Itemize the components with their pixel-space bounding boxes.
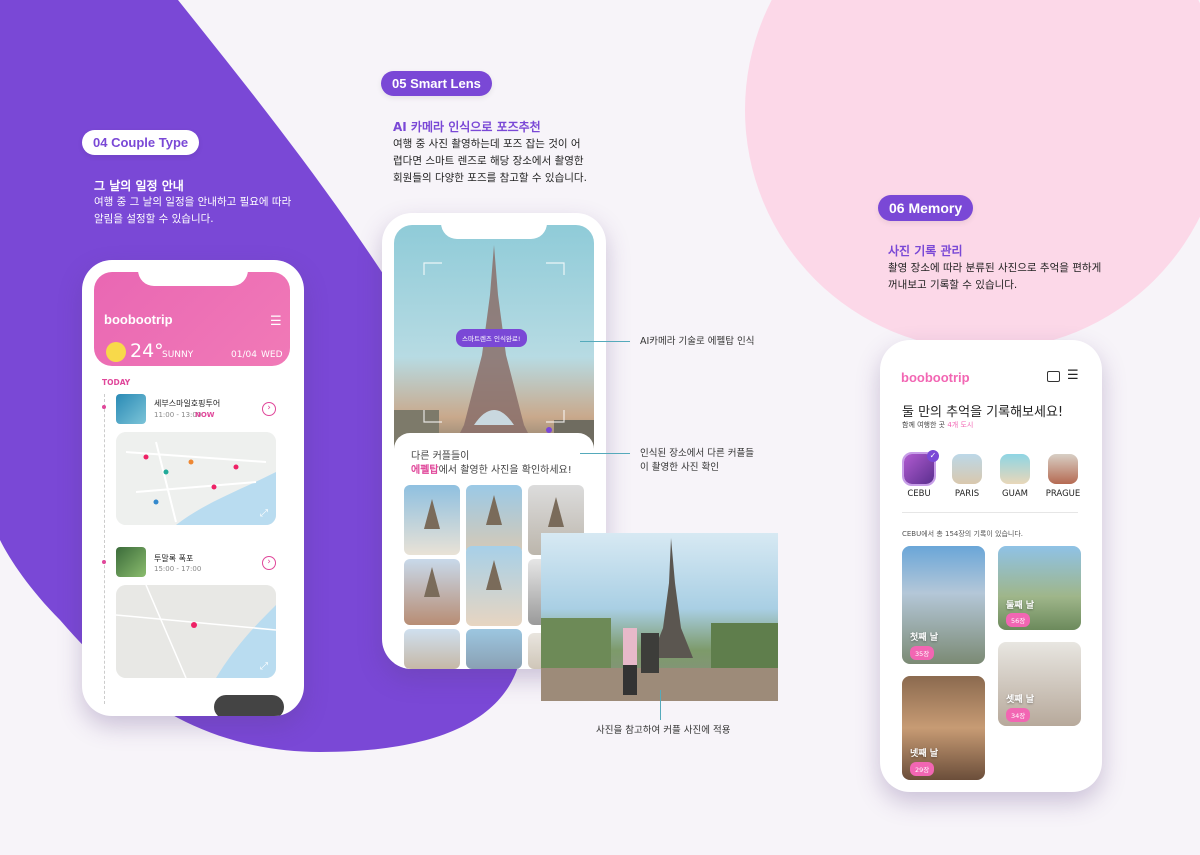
temperature: 24°	[130, 340, 164, 362]
city-name: CEBU	[907, 489, 931, 499]
brand-logo: boobootrip	[901, 370, 970, 385]
couple-photo-image	[541, 538, 778, 701]
couple-photo[interactable]	[404, 485, 460, 555]
city-thumbnail	[1048, 454, 1078, 484]
panel-line2-rest: 에서 촬영한 사진을 확인하세요!	[438, 465, 572, 476]
photo-count-badge: 35장	[910, 646, 935, 660]
phone-notch	[935, 340, 1047, 366]
divider	[902, 512, 1078, 513]
map-view[interactable]: ⤢	[116, 432, 276, 525]
section-desc-couple-type: 여행 중 그 날의 일정을 안내하고 필요에 따라 알림을 설정할 수 있습니다…	[94, 196, 292, 225]
now-badge: NOW	[195, 411, 215, 419]
expand-icon[interactable]: ⤢	[260, 661, 268, 672]
visited-count: 4개 도시	[947, 421, 974, 429]
phone-memory: boobootrip ☰ 둘 만의 추억을 기록해보세요! 함께 여행한 곳 4…	[880, 340, 1102, 792]
memory-label: 첫째 날	[910, 633, 938, 643]
section-title-memory: 사진 기록 관리	[888, 244, 963, 258]
city-name: GUAM	[1002, 489, 1028, 499]
annotation-line	[580, 341, 630, 342]
memory-label: 둘째 날	[1006, 601, 1034, 611]
weekday-text: WED	[261, 350, 283, 360]
section-title-smart-lens: AI 카메라 인식으로 포즈추천	[393, 120, 541, 134]
photo-count-badge: 34장	[1006, 708, 1031, 722]
date-text: 01/04	[231, 350, 257, 360]
photo-count-badge: 29장	[910, 762, 935, 776]
weather-text: SUNNY	[162, 350, 194, 360]
section-desc-smart-lens: 여행 중 사진 촬영하는데 포즈 잡는 것이 어 렵다면 스마트 렌즈로 해당 …	[393, 138, 587, 184]
record-info: CEBU에서 총 154장의 기록이 있습니다.	[902, 530, 1024, 538]
event-title: 세부스마일호핑투어	[154, 399, 221, 408]
floating-button[interactable]	[214, 695, 284, 716]
memory-card-day1[interactable]: 첫째 날 35장	[902, 546, 985, 664]
chevron-right-icon[interactable]: ›	[262, 556, 276, 570]
visited-cities: 함께 여행한 곳 4개 도시	[902, 420, 973, 430]
section-pill-couple-type: 04 Couple Type	[82, 130, 200, 155]
expand-icon[interactable]: ⤢	[260, 508, 268, 519]
memory-headline: 둘 만의 추억을 기록해보세요!	[902, 405, 1064, 420]
map-graphic	[116, 432, 276, 525]
timeline-line	[104, 394, 106, 704]
place-highlight: 에펠탑	[411, 465, 439, 476]
section-pill-memory: 06 Memory	[878, 195, 974, 221]
couple-photo[interactable]	[404, 629, 460, 669]
map-graphic	[116, 585, 276, 678]
couple-photo[interactable]	[466, 629, 522, 669]
panel-line2: 에펠탑에서 촬영한 사진을 확인하세요!	[411, 461, 572, 476]
map-view[interactable]: ⤢	[116, 585, 276, 678]
event-time: 15:00 - 17:00	[154, 565, 202, 573]
menu-icon[interactable]: ☰	[270, 314, 282, 329]
photo-count-badge: 56장	[1006, 613, 1031, 627]
couple-photo[interactable]	[466, 485, 522, 555]
memory-label: 넷째 날	[910, 749, 938, 759]
city-name: PARIS	[954, 489, 980, 499]
visited-prefix: 함께 여행한 곳	[902, 421, 946, 429]
timeline-dot	[102, 405, 106, 409]
city-thumbnail	[952, 454, 982, 484]
brand-logo: boobootrip	[104, 312, 173, 327]
phone-schedule: boobootrip ☰ 24° SUNNY 01/04 WED TODAY 세…	[82, 260, 304, 716]
annotation-others-photos: 인식된 장소에서 다른 커플들 이 촬영한 사진 확인	[640, 448, 754, 473]
section-desc-memory: 촬영 장소에 따라 분류된 사진으로 추억을 편하게 꺼내보고 기록할 수 있습…	[888, 262, 1102, 291]
couple-photo[interactable]	[466, 546, 522, 626]
section-pill-smart-lens: 05 Smart Lens	[381, 71, 492, 96]
schedule-header: boobootrip ☰ 24° SUNNY 01/04 WED	[94, 272, 290, 366]
annotation-ai-recognize: AI카메라 기술로 에펠탑 인식	[640, 336, 755, 347]
phone-notch	[138, 260, 248, 286]
event-thumbnail	[116, 547, 146, 577]
calendar-icon[interactable]	[1047, 371, 1060, 382]
check-icon: ✓	[927, 450, 939, 462]
annotation-line	[580, 453, 630, 454]
menu-icon[interactable]: ☰	[1067, 368, 1079, 383]
event-thumbnail	[116, 394, 146, 424]
city-name: PRAGUE	[1045, 489, 1081, 499]
annotation-line	[660, 690, 661, 720]
panel-line1: 다른 커플들이	[411, 451, 470, 462]
timeline-dot	[102, 560, 106, 564]
today-label: TODAY	[102, 378, 131, 387]
memory-card-day4[interactable]: 넷째 날 29장	[902, 676, 985, 780]
event-title: 투말록 폭포	[154, 554, 194, 563]
couple-photo-example	[541, 533, 778, 701]
city-thumbnail	[1000, 454, 1030, 484]
chevron-right-icon[interactable]: ›	[262, 402, 276, 416]
phone-notch	[441, 213, 547, 239]
camera-view[interactable]: 스마트렌즈 인식완료!	[394, 225, 594, 465]
memory-card-day2[interactable]: 둘째 날 56장	[998, 546, 1081, 630]
sun-icon	[106, 342, 126, 362]
annotation-apply-photo: 사진을 참고하여 커플 사진에 적용	[596, 725, 731, 736]
memory-card-day3[interactable]: 셋째 날 34장	[998, 642, 1081, 726]
couple-photo[interactable]	[404, 559, 460, 625]
memory-label: 셋째 날	[1006, 695, 1034, 705]
lens-recognized-badge: 스마트렌즈 인식완료!	[456, 329, 527, 347]
section-title-couple-type: 그 날의 일정 안내	[94, 179, 184, 193]
